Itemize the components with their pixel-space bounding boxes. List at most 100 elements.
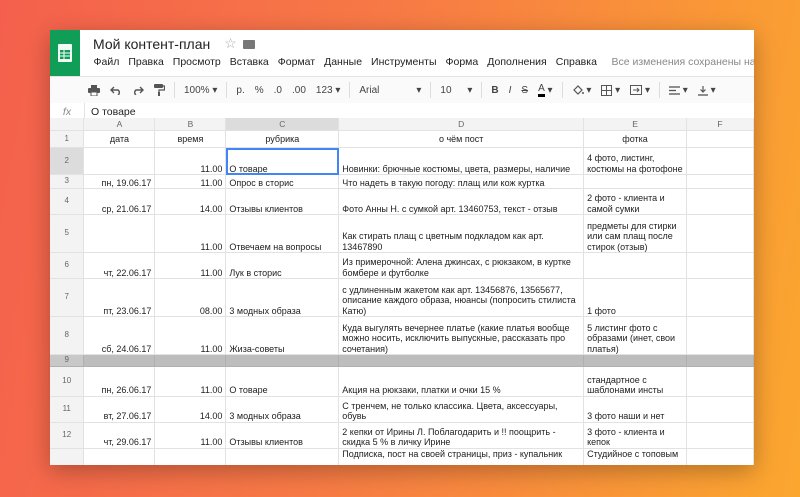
font-select[interactable]: Arial ▾ bbox=[354, 85, 426, 96]
column-header-a[interactable]: A bbox=[83, 118, 156, 131]
table-cell[interactable] bbox=[225, 354, 340, 367]
row-header[interactable] bbox=[50, 448, 85, 465]
table-cell[interactable] bbox=[686, 396, 754, 423]
column-header-b[interactable]: B bbox=[154, 118, 227, 131]
percent-button[interactable]: % bbox=[250, 85, 269, 96]
menu-file[interactable]: Файл bbox=[89, 56, 124, 68]
undo-icon[interactable] bbox=[105, 86, 127, 95]
table-cell[interactable] bbox=[686, 174, 754, 189]
menu-insert[interactable]: Вставка bbox=[225, 56, 273, 68]
table-cell[interactable] bbox=[686, 354, 754, 367]
table-cell[interactable]: предметы для стирки или сам плащ после с… bbox=[583, 214, 688, 253]
table-cell[interactable]: 11.00 bbox=[154, 422, 227, 449]
table-cell[interactable]: Студийное с топовым bbox=[583, 448, 688, 465]
table-cell[interactable]: 1 фото bbox=[583, 278, 688, 317]
horizontal-align-icon[interactable]: ▾ bbox=[664, 85, 693, 96]
table-cell[interactable]: пт, 23.06.17 bbox=[83, 278, 156, 317]
table-cell[interactable]: чт, 29.06.17 bbox=[83, 422, 156, 449]
print-icon[interactable] bbox=[50, 84, 105, 96]
merge-cells-icon[interactable]: ▾ bbox=[625, 85, 655, 96]
menu-help[interactable]: Справка bbox=[551, 56, 601, 68]
column-header-e[interactable]: E bbox=[583, 118, 688, 131]
font-size-select[interactable]: 10 ▾ bbox=[435, 85, 477, 96]
table-cell[interactable] bbox=[686, 422, 754, 449]
vertical-align-icon[interactable]: ▾ bbox=[693, 85, 721, 96]
table-cell[interactable] bbox=[686, 448, 754, 465]
table-cell[interactable]: 11.00 bbox=[154, 316, 227, 355]
italic-button[interactable]: I bbox=[504, 85, 517, 96]
table-cell[interactable]: пн, 19.06.17 bbox=[83, 174, 156, 189]
table-cell[interactable] bbox=[686, 366, 754, 397]
table-cell[interactable]: Что надеть в такую погоду: плащ или кож … bbox=[338, 174, 585, 189]
bold-button[interactable]: B bbox=[486, 85, 503, 96]
table-cell[interactable]: Акция на рюкзаки, платки и очки 15 % bbox=[338, 366, 585, 397]
fill-color-icon[interactable]: ▾ bbox=[567, 84, 597, 96]
table-cell[interactable] bbox=[225, 448, 340, 465]
table-cell[interactable]: 11.00 bbox=[154, 214, 227, 253]
folder-icon[interactable] bbox=[242, 40, 255, 49]
menu-addons[interactable]: Дополнения bbox=[483, 56, 551, 68]
table-cell[interactable]: 11.00 bbox=[154, 366, 227, 397]
decrease-decimal-button[interactable]: .0 bbox=[269, 85, 287, 96]
table-cell[interactable] bbox=[83, 147, 156, 175]
table-cell[interactable] bbox=[583, 174, 688, 189]
table-cell[interactable]: 3 фото наши и нет bbox=[583, 396, 688, 423]
table-cell[interactable]: 2 фото - клиента и самой сумки bbox=[583, 188, 688, 215]
menu-tools[interactable]: Инструменты bbox=[367, 56, 441, 68]
table-cell[interactable] bbox=[83, 214, 156, 253]
table-cell[interactable] bbox=[686, 316, 754, 355]
table-cell[interactable]: 14.00 bbox=[154, 396, 227, 423]
table-cell[interactable]: Отзывы клиентов bbox=[225, 188, 340, 215]
increase-decimal-button[interactable]: .00 bbox=[287, 85, 311, 96]
table-cell[interactable]: С тренчем, не только классика. Цвета, ак… bbox=[338, 396, 585, 423]
table-cell[interactable]: Куда выгулять вечернее платье (какие пла… bbox=[338, 316, 585, 355]
table-cell[interactable] bbox=[154, 448, 227, 465]
table-cell[interactable]: пн, 26.06.17 bbox=[83, 366, 156, 397]
table-cell[interactable]: Лук в сторис bbox=[225, 252, 340, 279]
row-header[interactable]: 8 bbox=[50, 316, 85, 355]
table-cell[interactable] bbox=[686, 147, 754, 175]
paint-format-icon[interactable] bbox=[149, 84, 170, 96]
table-cell[interactable]: с удлиненным жакетом как арт. 13456876, … bbox=[338, 278, 585, 317]
table-cell[interactable]: 14.00 bbox=[154, 188, 227, 215]
table-cell[interactable]: Отзывы клиентов bbox=[225, 422, 340, 449]
table-cell[interactable] bbox=[686, 214, 754, 253]
row-header[interactable]: 11 bbox=[50, 396, 85, 423]
table-cell[interactable]: ср, 21.06.17 bbox=[83, 188, 156, 215]
table-cell[interactable]: 5 листинг фото с образами (инет, свои пл… bbox=[583, 316, 688, 355]
table-cell[interactable]: 11.00 bbox=[154, 252, 227, 279]
table-cell[interactable]: 11.00 bbox=[154, 147, 227, 175]
row-header[interactable]: 2 bbox=[50, 147, 85, 175]
table-cell[interactable]: стандартное с шаблонами инсты bbox=[583, 366, 688, 397]
table-cell[interactable] bbox=[686, 278, 754, 317]
row-header[interactable]: 12 bbox=[50, 422, 85, 449]
formula-input[interactable]: О товаре bbox=[85, 106, 136, 118]
table-cell[interactable]: 11.00 bbox=[154, 174, 227, 189]
table-cell[interactable]: 08.00 bbox=[154, 278, 227, 317]
column-header-c[interactable]: C bbox=[225, 118, 340, 131]
table-cell[interactable] bbox=[154, 354, 227, 367]
table-cell[interactable]: вт, 27.06.17 bbox=[83, 396, 156, 423]
table-cell[interactable]: Новинки: брючные костюмы, цвета, размеры… bbox=[338, 147, 585, 175]
row-header[interactable]: 4 bbox=[50, 188, 85, 215]
table-cell[interactable] bbox=[338, 354, 585, 367]
currency-button[interactable]: р. bbox=[231, 85, 249, 96]
menu-edit[interactable]: Правка bbox=[124, 56, 168, 68]
row-header[interactable]: 9 bbox=[50, 354, 85, 367]
save-status[interactable]: Все изменения сохранены на Диске bbox=[601, 56, 754, 68]
select-all-corner[interactable] bbox=[50, 118, 85, 131]
borders-icon[interactable]: ▾ bbox=[596, 84, 625, 96]
table-cell[interactable]: Подписка, пост на своей страницы, приз -… bbox=[338, 448, 585, 465]
table-cell[interactable]: фотка bbox=[583, 130, 688, 148]
text-color-button[interactable]: A ▾ bbox=[533, 83, 557, 97]
table-cell[interactable]: 4 фото, листинг, костюмы на фотофоне bbox=[583, 147, 688, 175]
menu-view[interactable]: Просмотр bbox=[168, 56, 225, 68]
table-cell[interactable] bbox=[686, 130, 754, 148]
table-cell[interactable]: 3 модных образа bbox=[225, 278, 340, 317]
table-cell[interactable] bbox=[686, 188, 754, 215]
table-cell[interactable]: дата bbox=[83, 130, 156, 148]
table-cell[interactable]: чт, 22.06.17 bbox=[83, 252, 156, 279]
redo-icon[interactable] bbox=[127, 86, 149, 95]
row-header[interactable]: 6 bbox=[50, 252, 85, 279]
table-cell[interactable]: Из примерочной: Алена джинсах, с рюкзако… bbox=[338, 252, 585, 279]
